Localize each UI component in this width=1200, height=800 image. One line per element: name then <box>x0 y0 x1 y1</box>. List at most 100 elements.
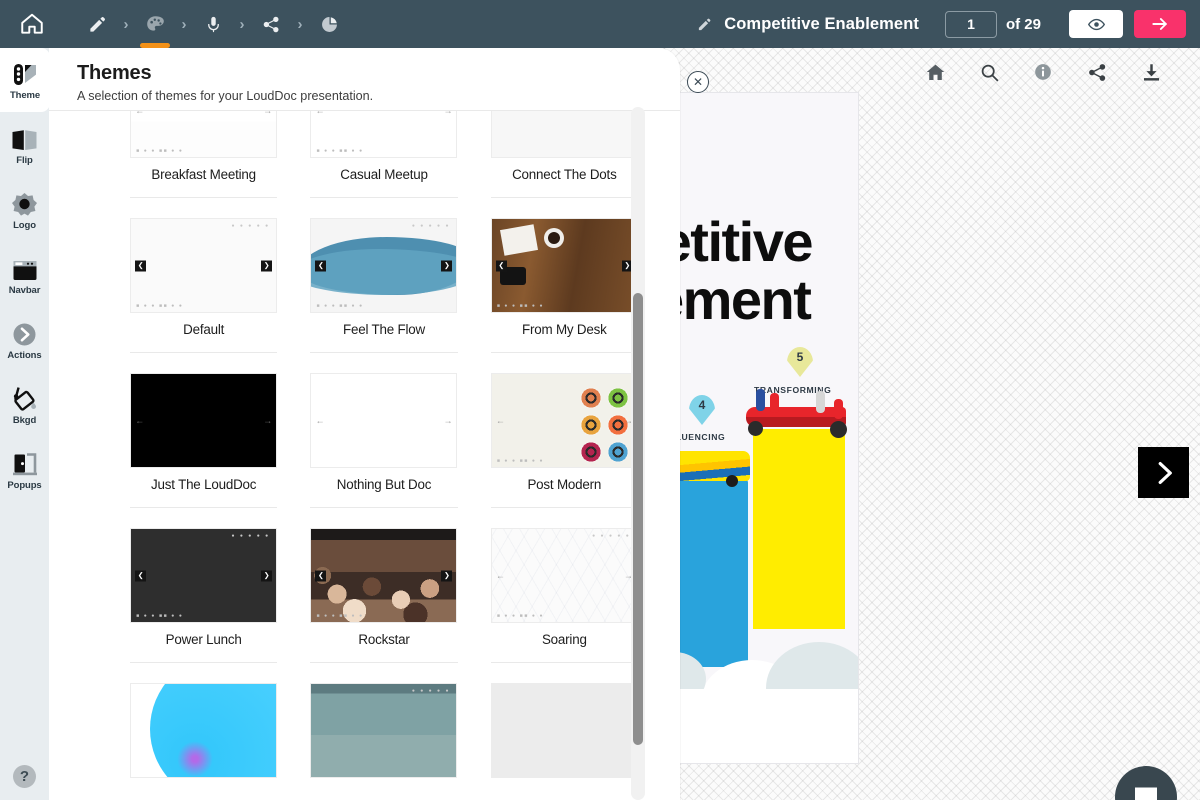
decor <box>311 529 456 622</box>
thumb-bottom-bar: ■ ● ● ■■ ● ● <box>136 613 183 619</box>
sidebar-item-actions[interactable]: Actions <box>0 308 49 372</box>
theme-thumbnail[interactable]: ←→■ ● ● ■■ ● ● <box>491 373 638 468</box>
theme-thumbnail[interactable] <box>130 683 277 778</box>
breadcrumb-separator: › <box>232 16 252 33</box>
decor-circle <box>580 387 602 409</box>
theme-card[interactable] <box>124 663 283 800</box>
panel-title: Themes <box>77 62 680 85</box>
decor-circle <box>607 387 629 409</box>
theme-name: Breakfast Meeting <box>151 167 256 182</box>
theme-card[interactable] <box>485 663 644 800</box>
breadcrumb-item-voice[interactable] <box>194 7 232 41</box>
theme-thumbnail[interactable]: ←→● ● ● ● ●■ ● ● ■■ ● ● <box>310 111 457 158</box>
decor-circle <box>580 414 602 436</box>
theme-card[interactable]: ● ● ● ● ● <box>304 663 463 800</box>
theme-card[interactable]: ❮❯● ● ● ● ●■ ● ● ■■ ● ●Feel The Flow <box>304 198 463 353</box>
close-icon[interactable]: ✕ <box>687 71 709 93</box>
logo-badge-icon <box>12 190 37 217</box>
theme-card[interactable]: ←→■ ● ● ■■ ● ●Post Modern <box>485 353 644 508</box>
chat-button[interactable] <box>1115 766 1177 800</box>
sidebar-item-popups[interactable]: Popups <box>0 438 49 502</box>
home-icon[interactable] <box>921 58 949 86</box>
top-toolbar: › › › <box>0 0 1200 48</box>
document-title-group[interactable]: Competitive Enablement <box>697 15 919 34</box>
thumb-next-arrow: → <box>263 416 272 425</box>
theme-name: From My Desk <box>522 322 607 337</box>
left-sidebar: Theme Flip Logo <box>0 48 49 800</box>
theme-card[interactable]: ❮❯● ● ● ● ●■ ● ● ■■ ● ●Default <box>124 198 283 353</box>
theme-thumbnail[interactable]: ❮❯● ● ● ● ●■ ● ● ■■ ● ● <box>310 218 457 313</box>
home-icon[interactable] <box>8 11 56 37</box>
theme-card[interactable]: ←→● ● ● ● ●■ ● ● ■■ ● ●Soaring <box>485 508 644 663</box>
theme-card[interactable]: ❮❯■ ● ● ■■ ● ● From My Desk <box>485 198 644 353</box>
theme-card[interactable]: ❮❯■ ● ● ■■ ● ●Rockstar <box>304 508 463 663</box>
theme-thumbnail[interactable]: ←→ <box>130 373 277 468</box>
breadcrumb: › › › <box>78 7 348 41</box>
page-number-input[interactable]: 1 <box>945 11 997 38</box>
sidebar-item-bkgd[interactable]: Bkgd <box>0 373 49 437</box>
thumb-prev-arrow: ← <box>135 111 144 115</box>
download-icon[interactable] <box>1137 58 1165 86</box>
theme-thumbnail[interactable]: ❮❯● ● ● ● ●■ ● ● ■■ ● ● <box>130 528 277 623</box>
sidebar-item-theme[interactable]: Theme <box>0 48 50 112</box>
thumb-prev-arrow: ← <box>496 416 505 425</box>
thumb-next-arrow: → <box>263 111 272 115</box>
theme-card[interactable]: ←→ Nothing But Doc <box>304 353 463 508</box>
thumb-dots: ● ● ● ● ● <box>231 223 270 229</box>
pit-crew-figure <box>834 399 843 419</box>
sidebar-item-navbar[interactable]: Navbar <box>0 243 49 307</box>
thumb-prev-arrow: ❮ <box>315 260 326 271</box>
theme-thumbnail[interactable]: ❮❯■ ● ● ■■ ● ● <box>310 528 457 623</box>
canvas-toolbar <box>921 58 1165 86</box>
breadcrumb-separator: › <box>174 16 194 33</box>
sidebar-label: Logo <box>13 220 36 231</box>
theme-thumbnail[interactable]: ❮❯■ ● ● ■■ ● ● <box>491 218 638 313</box>
chevron-right-icon <box>1149 458 1179 488</box>
theme-thumbnail[interactable] <box>491 683 638 778</box>
help-button[interactable]: ? <box>13 765 36 788</box>
theme-thumbnail[interactable]: ● ● ● ● ● <box>310 683 457 778</box>
preview-button[interactable] <box>1069 10 1123 38</box>
theme-thumbnail[interactable]: ←→● ● ● ● ●■ ● ● ■■ ● ● <box>130 111 277 158</box>
thumb-bottom-bar: ■ ● ● ■■ ● ● <box>136 303 183 309</box>
panel-subtitle: A selection of themes for your LoudDoc p… <box>77 89 680 103</box>
theme-card[interactable]: Connect The Dots <box>485 111 644 198</box>
theme-thumbnail[interactable]: ←→● ● ● ● ●■ ● ● ■■ ● ● <box>491 528 638 623</box>
theme-name: Nothing But Doc <box>337 477 432 492</box>
thumb-bottom-bar: ■ ● ● ■■ ● ● <box>497 303 544 309</box>
sidebar-item-logo[interactable]: Logo <box>0 178 49 242</box>
thumb-prev-arrow: ← <box>315 111 324 115</box>
next-button[interactable] <box>1134 10 1186 38</box>
panel-scrollbar-thumb[interactable] <box>633 293 643 745</box>
themes-panel-header: Themes A selection of themes for your Lo… <box>49 48 680 106</box>
breadcrumb-separator: › <box>116 16 136 33</box>
share-icon[interactable] <box>1083 58 1111 86</box>
search-icon[interactable] <box>975 58 1003 86</box>
breadcrumb-item-analytics[interactable] <box>310 7 348 41</box>
decor-circle <box>607 441 629 463</box>
breadcrumb-item-edit[interactable] <box>78 7 116 41</box>
sidebar-label: Actions <box>7 350 41 361</box>
thumb-dots: ● ● ● ● ● <box>412 223 451 229</box>
sidebar-label: Navbar <box>9 285 41 296</box>
theme-thumbnail[interactable]: ❮❯● ● ● ● ●■ ● ● ■■ ● ● <box>130 218 277 313</box>
breadcrumb-item-share[interactable] <box>252 7 290 41</box>
theme-palette-icon <box>12 60 38 87</box>
themes-grid: ←→● ● ● ● ●■ ● ● ■■ ● ●Breakfast Meeting… <box>49 111 660 800</box>
theme-thumbnail[interactable]: ←→ <box>310 373 457 468</box>
car-wheel <box>726 475 738 487</box>
theme-card[interactable]: ←→● ● ● ● ●■ ● ● ■■ ● ●Casual Meetup <box>304 111 463 198</box>
info-icon[interactable] <box>1029 58 1057 86</box>
theme-card[interactable]: ←→● ● ● ● ●■ ● ● ■■ ● ●Breakfast Meeting <box>124 111 283 198</box>
breadcrumb-item-theme[interactable] <box>136 7 174 41</box>
next-slide-button[interactable] <box>1138 447 1189 498</box>
theme-card[interactable]: ←→Just The LoudDoc <box>124 353 283 508</box>
theme-card[interactable]: ❮❯● ● ● ● ●■ ● ● ■■ ● ●Power Lunch <box>124 508 283 663</box>
sidebar-item-flip[interactable]: Flip <box>0 113 49 177</box>
thumb-dots: ● ● ● ● ● <box>231 533 270 539</box>
thumb-bottom-bar: ■ ● ● ■■ ● ● <box>316 303 363 309</box>
car-wheel <box>748 421 763 436</box>
thumb-prev-arrow: ❮ <box>135 570 146 581</box>
theme-thumbnail[interactable] <box>491 111 638 158</box>
step-pin-4: 4 <box>689 395 715 427</box>
